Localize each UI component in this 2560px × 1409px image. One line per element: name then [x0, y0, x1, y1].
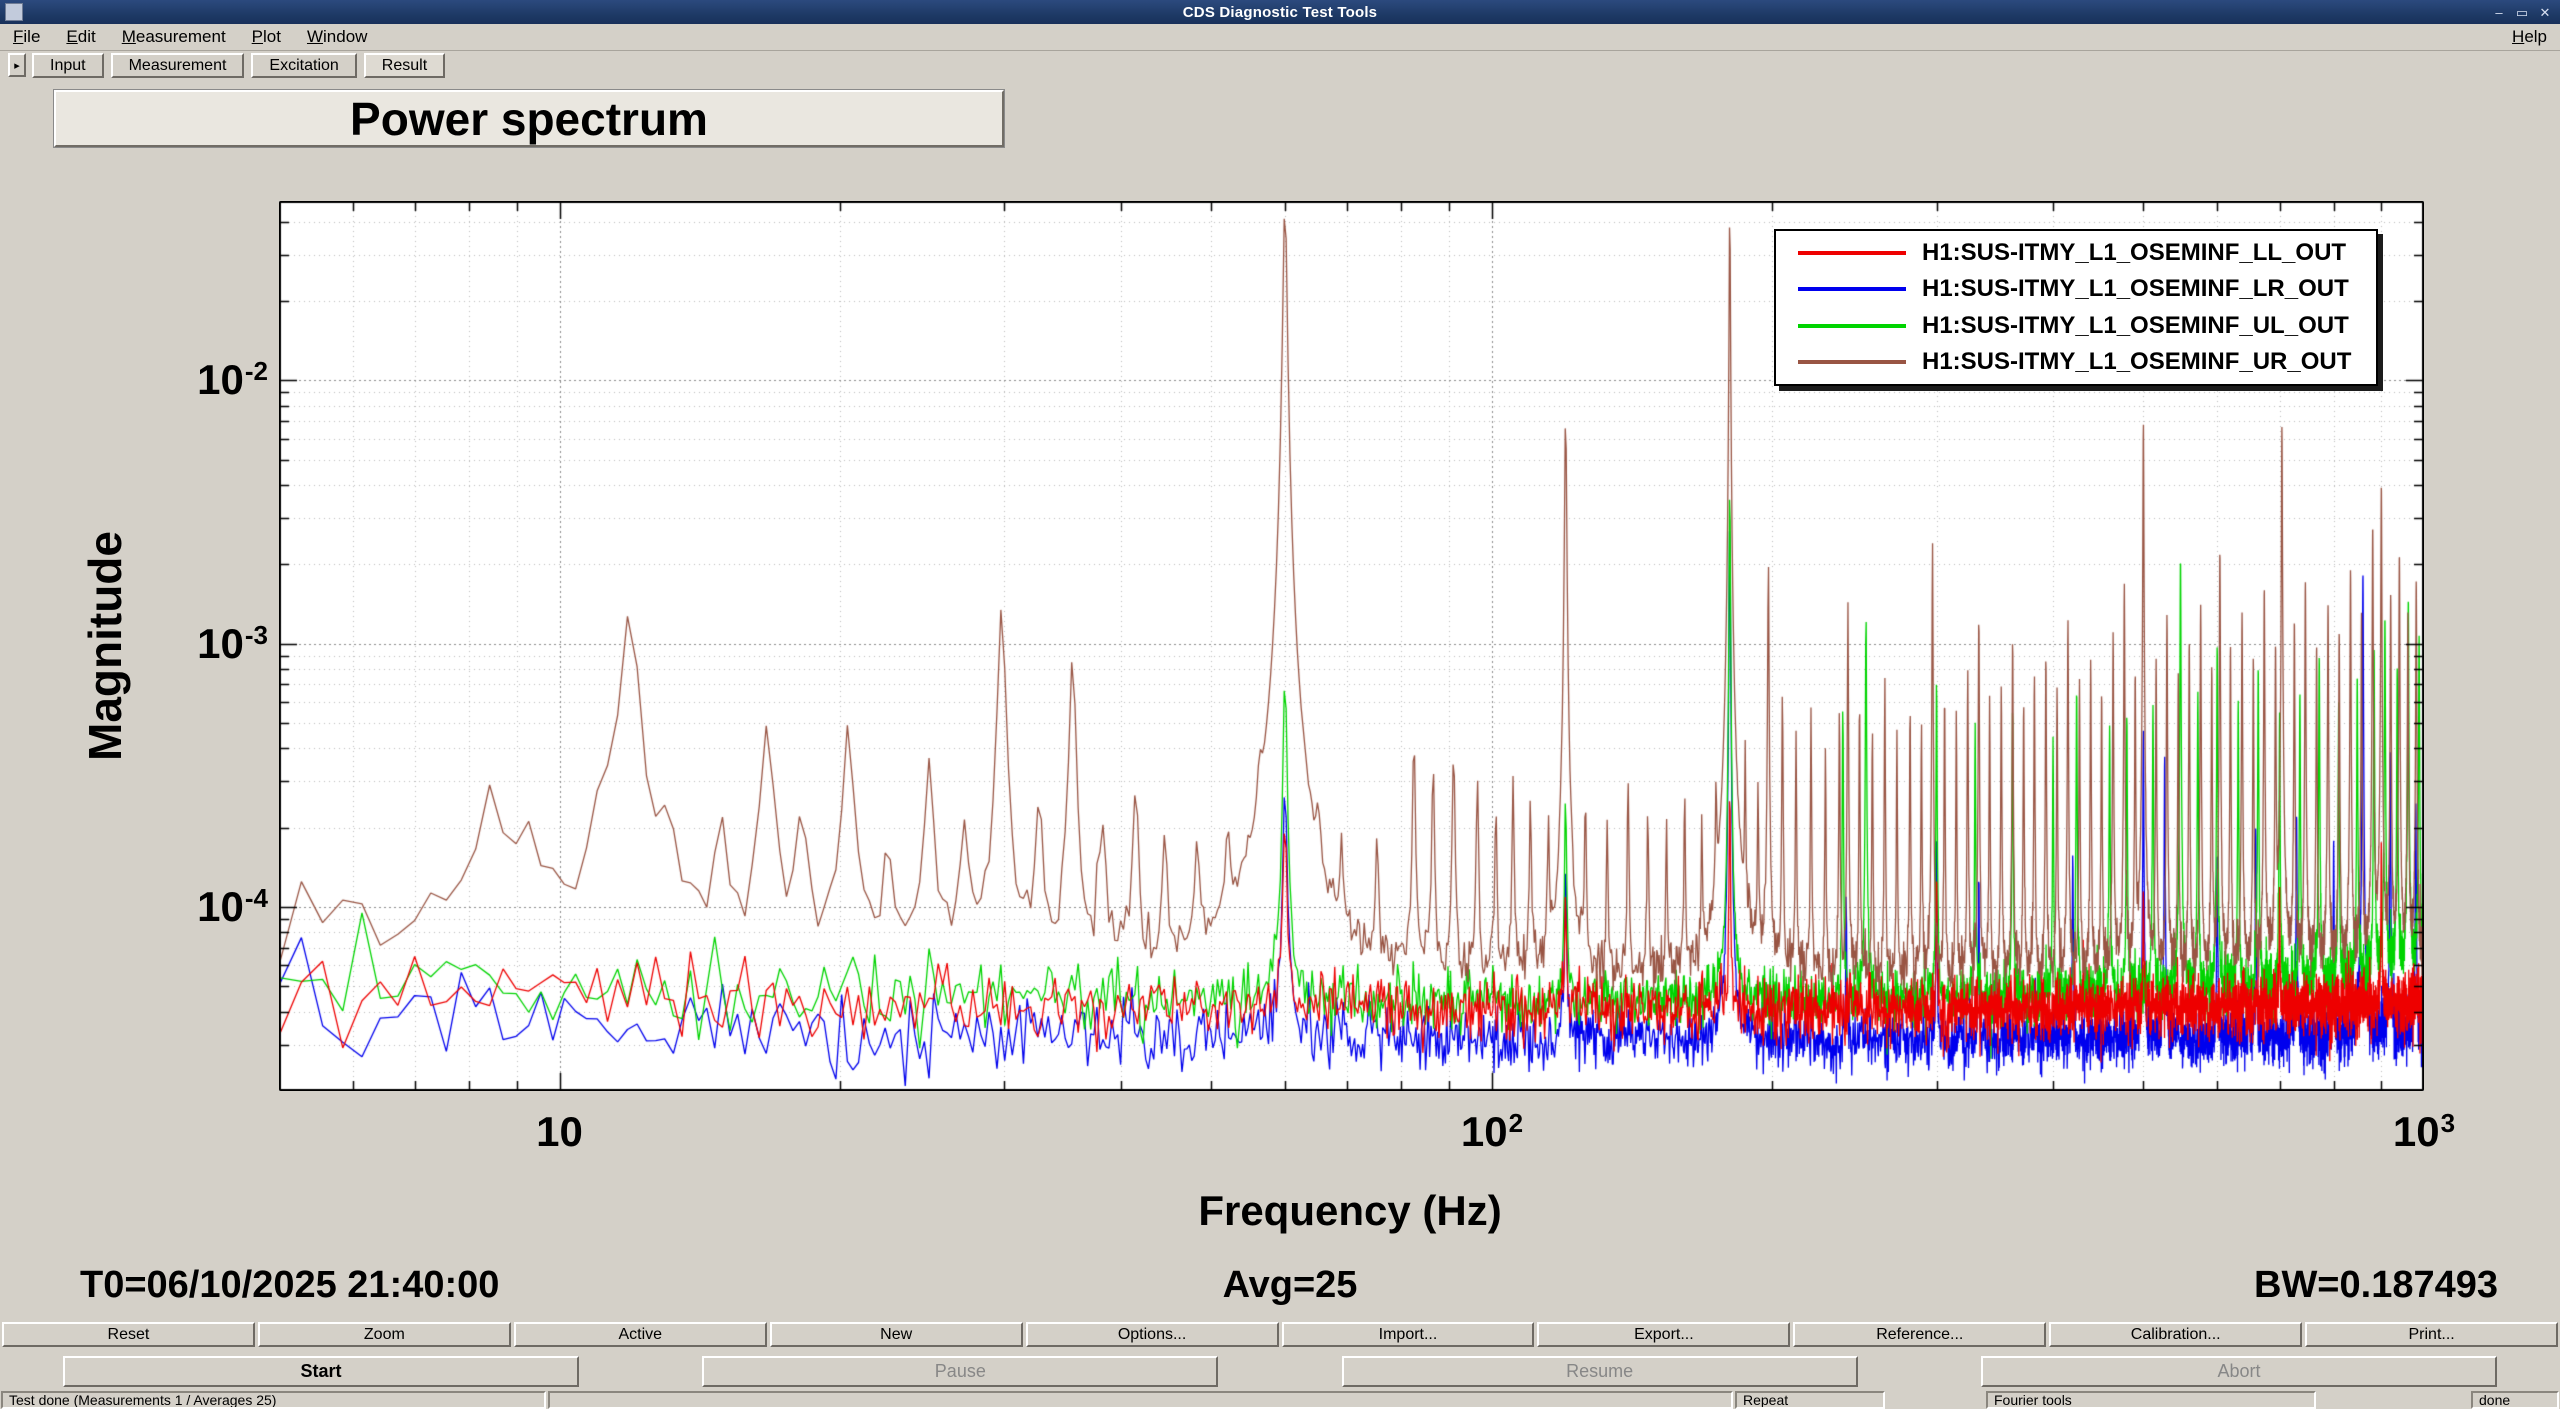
legend-line-sample-brown [1798, 360, 1906, 364]
status-done: done [2471, 1391, 2559, 1409]
application-window: CDS Diagnostic Test Tools – ▭ ✕ File Edi… [0, 0, 2560, 1409]
window-title: CDS Diagnostic Test Tools [0, 4, 2560, 21]
y-tick-label: 10-3 [100, 618, 268, 675]
active-button[interactable]: Active [514, 1322, 767, 1347]
legend-label: H1:SUS-ITMY_L1_OSEMINF_LR_OUT [1922, 275, 2349, 303]
legend-line-sample-green [1798, 324, 1906, 328]
x-tick-label: 10 [536, 1106, 584, 1163]
calibration-button[interactable]: Calibration... [2049, 1322, 2302, 1347]
x-axis-title: Frequency (Hz) [1198, 1187, 1501, 1235]
status-spacer [548, 1391, 1733, 1409]
new-button[interactable]: New [770, 1322, 1023, 1347]
menu-measurement[interactable]: Measurement [109, 24, 239, 50]
y-tick-label: 10-2 [100, 354, 268, 411]
zoom-button[interactable]: Zoom [258, 1322, 511, 1347]
menu-plot[interactable]: Plot [239, 24, 294, 50]
menu-bar: File Edit Measurement Plot Window Help [0, 24, 2560, 51]
legend-entry: H1:SUS-ITMY_L1_OSEMINF_UL_OUT [1776, 309, 2376, 343]
legend-entry: H1:SUS-ITMY_L1_OSEMINF_LR_OUT [1776, 272, 2376, 306]
legend-label: H1:SUS-ITMY_L1_OSEMINF_LL_OUT [1922, 239, 2346, 267]
reset-button[interactable]: Reset [2, 1322, 255, 1347]
legend-line-sample-blue [1798, 287, 1906, 291]
reference-button[interactable]: Reference... [1793, 1322, 2046, 1347]
legend-entry: H1:SUS-ITMY_L1_OSEMINF_UR_OUT [1776, 345, 2376, 379]
tab-strip-handle[interactable]: ▸ [8, 53, 26, 77]
legend-label: H1:SUS-ITMY_L1_OSEMINF_UL_OUT [1922, 312, 2349, 340]
tab-excitation[interactable]: Excitation [251, 53, 356, 78]
plot-title-box: Power spectrum [54, 90, 1004, 147]
menu-file[interactable]: File [0, 24, 53, 50]
x-tick-label: 102 [1461, 1106, 1523, 1163]
tab-measurement[interactable]: Measurement [111, 53, 245, 78]
status-repeat: Repeat [1735, 1391, 1885, 1409]
tab-bar: ▸ Input Measurement Excitation Result [0, 51, 2560, 81]
resume-button: Resume [1342, 1356, 1858, 1387]
tab-input[interactable]: Input [32, 53, 104, 78]
title-bar: CDS Diagnostic Test Tools – ▭ ✕ [0, 0, 2560, 24]
start-button[interactable]: Start [63, 1356, 579, 1387]
avg-annotation: Avg=25 [1223, 1264, 1358, 1307]
print-button[interactable]: Print... [2305, 1322, 2558, 1347]
status-measurement-type: Fourier tools [1986, 1391, 2316, 1409]
plot-legend: H1:SUS-ITMY_L1_OSEMINF_LL_OUT H1:SUS-ITM… [1774, 229, 2378, 386]
import-button[interactable]: Import... [1282, 1322, 1535, 1347]
tab-result[interactable]: Result [364, 53, 445, 78]
bw-annotation: BW=0.187493 [2254, 1264, 2498, 1307]
legend-label: H1:SUS-ITMY_L1_OSEMINF_UR_OUT [1922, 348, 2351, 376]
close-button[interactable]: ✕ [2536, 3, 2554, 21]
plot-title: Power spectrum [350, 92, 708, 146]
minimize-button[interactable]: – [2490, 3, 2508, 21]
status-bar: Test done (Measurements 1 / Averages 25)… [0, 1391, 2560, 1409]
maximize-button[interactable]: ▭ [2513, 3, 2531, 21]
legend-entry: H1:SUS-ITMY_L1_OSEMINF_LL_OUT [1776, 236, 2376, 270]
x-tick-label: 103 [2393, 1106, 2455, 1163]
menu-help[interactable]: Help [2499, 24, 2560, 50]
result-toolbar: Reset Zoom Active New Options... Import.… [0, 1322, 2560, 1347]
abort-button: Abort [1981, 1356, 2497, 1387]
y-tick-label: 10-4 [100, 881, 268, 938]
export-button[interactable]: Export... [1537, 1322, 1790, 1347]
t0-annotation: T0=06/10/2025 21:40:00 [80, 1264, 499, 1307]
legend-line-sample-red [1798, 251, 1906, 255]
options-button[interactable]: Options... [1026, 1322, 1279, 1347]
menu-edit[interactable]: Edit [53, 24, 108, 50]
menu-window[interactable]: Window [294, 24, 380, 50]
pause-button: Pause [702, 1356, 1218, 1387]
measurement-controls: Start Pause Resume Abort [0, 1356, 2560, 1387]
status-message: Test done (Measurements 1 / Averages 25) [1, 1391, 546, 1409]
